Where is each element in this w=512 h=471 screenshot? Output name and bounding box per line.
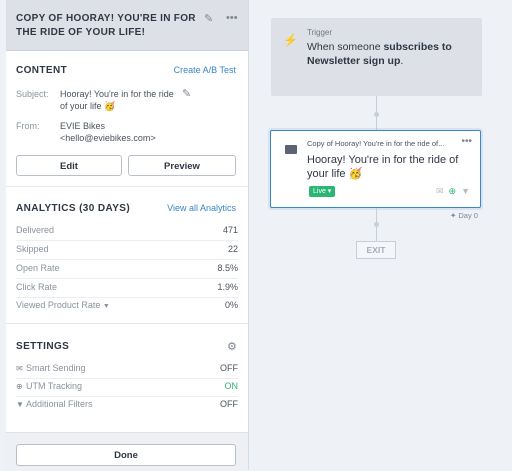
panel-header: COPY OF HOORAY! YOU'RE IN FOR THE RIDE O… — [6, 0, 248, 51]
subject-label: Subject: — [16, 89, 49, 99]
view-all-analytics-link[interactable]: View all Analytics — [167, 203, 236, 213]
email-settings-panel: COPY OF HOORAY! YOU'RE IN FOR THE RIDE O… — [6, 0, 249, 471]
settings-row-utm-tracking: ⊕ UTM Tracking ON — [16, 381, 238, 391]
gear-icon[interactable]: ⚙ — [227, 340, 237, 353]
create-ab-test-link[interactable]: Create A/B Test — [174, 65, 236, 75]
divider — [16, 259, 238, 260]
analytics-row-delivered: Delivered 471 — [16, 225, 238, 235]
utm-tracking-icon: ⊕ — [16, 382, 23, 391]
envelope-icon — [285, 145, 297, 154]
filter-icon: ▼ — [461, 186, 470, 196]
from-email: <hello@eviebikes.com> — [60, 133, 156, 143]
divider — [16, 396, 238, 397]
email-card-subject: Hooray! You're in for the ride of your l… — [307, 154, 459, 180]
settings-row-smart-sending: ✉ Smart Sending OFF — [16, 363, 238, 373]
trigger-description: When someone subscribes to Newsletter si… — [307, 41, 452, 67]
subject-value: Hooray! You're in for the ride of your l… — [60, 89, 174, 111]
analytics-row-click-rate: Click Rate 1.9% — [16, 282, 238, 292]
trigger-card[interactable]: ⚡ Trigger When someone subscribes to New… — [271, 18, 482, 96]
email-card-icons: ✉ ⊕ ▼ — [431, 186, 470, 197]
more-options-icon[interactable]: ••• — [461, 136, 472, 147]
lightning-bolt-icon: ⚡ — [283, 33, 298, 47]
analytics-row-viewed-product-rate[interactable]: Viewed Product Rate ▼ 0% — [16, 300, 238, 314]
email-action-card[interactable]: Copy of Hooray! You're in for the ride o… — [270, 130, 481, 208]
settings-row-additional-filters: ▼ Additional Filters OFF — [16, 399, 238, 409]
from-name: EVIE Bikes — [60, 121, 106, 131]
edit-button[interactable]: Edit — [16, 155, 122, 176]
time-delay-label: ✦ Day 0 — [450, 211, 478, 220]
caret-down-icon[interactable]: ▼ — [103, 303, 110, 310]
content-section: CONTENT Create A/B Test Subject: Hooray!… — [6, 51, 248, 187]
done-button[interactable]: Done — [16, 444, 236, 466]
connector-dot — [374, 112, 379, 117]
hourglass-icon: ✦ — [450, 211, 457, 220]
analytics-row-open-rate: Open Rate 8.5% — [16, 263, 238, 273]
filter-icon: ▼ — [16, 400, 24, 409]
smart-sending-icon: ✉ — [16, 364, 23, 373]
connector-dot — [374, 222, 379, 227]
email-card-title: Copy of Hooray! You're in for the ride o… — [307, 139, 445, 148]
trigger-label: Trigger — [307, 28, 333, 37]
analytics-row-skipped: Skipped 22 — [16, 244, 238, 254]
divider — [16, 278, 238, 279]
divider — [16, 378, 238, 379]
preview-button[interactable]: Preview — [128, 155, 236, 176]
settings-heading: SETTINGS — [16, 341, 70, 352]
pencil-icon[interactable]: ✎ — [204, 12, 213, 25]
exit-node: EXIT — [356, 241, 396, 259]
from-label: From: — [16, 121, 40, 131]
analytics-heading: ANALYTICS (30 DAYS) — [16, 203, 131, 214]
utm-tracking-icon: ⊕ — [448, 186, 457, 196]
edit-subject-pencil-icon[interactable]: ✎ — [182, 87, 191, 100]
panel-title: COPY OF HOORAY! YOU'RE IN FOR THE RIDE O… — [16, 13, 196, 38]
divider — [16, 297, 238, 298]
more-options-icon[interactable]: ••• — [226, 12, 238, 24]
content-heading: CONTENT — [16, 65, 68, 76]
analytics-section: ANALYTICS (30 DAYS) View all Analytics D… — [6, 187, 248, 324]
smart-sending-icon: ✉ — [435, 186, 444, 196]
live-status-badge[interactable]: Live ▾ — [309, 186, 336, 197]
divider — [16, 240, 238, 241]
settings-section: SETTINGS ⚙ ✉ Smart Sending OFF ⊕ UTM Track… — [6, 324, 248, 424]
panel-footer: Done — [6, 432, 248, 471]
